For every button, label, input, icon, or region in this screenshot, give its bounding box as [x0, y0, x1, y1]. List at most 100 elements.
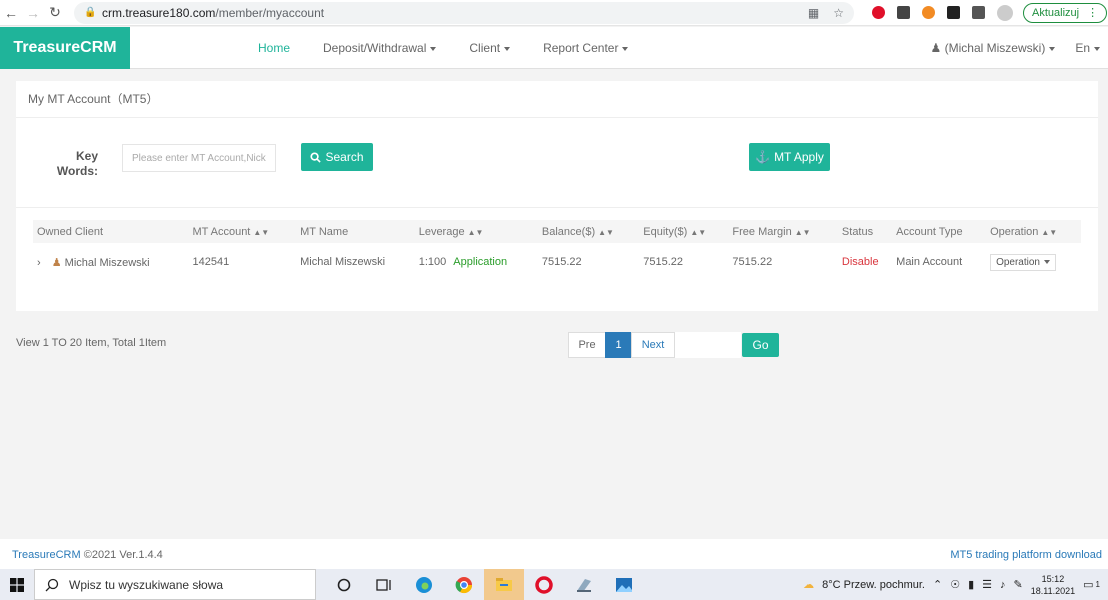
nav-report-center[interactable]: Report Center — [543, 41, 629, 55]
sort-icon: ▲▼ — [794, 227, 811, 237]
mt-apply-label: MT Apply — [774, 150, 824, 164]
volume-icon[interactable]: ♪ — [1000, 579, 1006, 591]
update-browser-button[interactable]: Aktualizuj ⋮ — [1023, 2, 1108, 23]
footer: TreasureCRM ©2021 Ver.1.4.4 MT5 trading … — [0, 539, 1108, 569]
language-menu[interactable]: En — [1075, 41, 1100, 55]
caret-down-icon — [1044, 260, 1050, 264]
footer-copyright: TreasureCRM ©2021 Ver.1.4.4 — [12, 549, 163, 561]
col-account-type: Account Type — [892, 220, 987, 243]
col-balance[interactable]: Balance($) ▲▼ — [537, 220, 640, 243]
taskbar-search-box[interactable]: Wpisz tu wyszukiwane słowa — [34, 569, 316, 600]
anchor-icon: ⚓ — [755, 150, 771, 164]
page-1-button[interactable]: 1 — [605, 332, 632, 358]
cell-status: Disable — [841, 256, 879, 268]
caret-down-icon — [622, 46, 629, 51]
accounts-table: Owned Client MT Account ▲▼ MT Name Levera… — [33, 220, 1081, 281]
operation-dropdown[interactable]: Operation — [990, 253, 1056, 271]
wifi-icon[interactable]: ☰ — [982, 578, 992, 591]
expand-chevron-icon[interactable]: › — [37, 257, 41, 269]
col-mt-name: MT Name — [296, 220, 415, 243]
meet-now-icon[interactable]: ☉ — [950, 578, 960, 591]
caret-down-icon — [430, 46, 437, 51]
search-button-label: Search — [325, 150, 364, 164]
task-view-icon[interactable] — [364, 569, 404, 600]
cell-mt-name: Michal Miszewski — [300, 256, 386, 268]
sort-icon: ▲▼ — [690, 227, 707, 237]
translate-icon[interactable]: ▦ — [808, 6, 819, 20]
user-menu[interactable]: ♟ (Michal Miszewski) — [931, 41, 1056, 55]
caret-down-icon — [1094, 46, 1100, 51]
weather-text[interactable]: 8°C Przew. pochmur. — [822, 579, 925, 591]
leverage-application-link[interactable]: Application — [453, 256, 507, 268]
user-avatar-icon: ♟ — [51, 256, 62, 269]
caret-down-icon — [504, 46, 511, 51]
top-navbar: TreasureCRM Home Deposit/Withdrawal Clie… — [0, 27, 1108, 69]
puzzle-extensions-icon[interactable] — [972, 6, 985, 19]
account-panel: My MT Account（MT5） Key Words: Search ⚓ M… — [16, 81, 1098, 311]
windows-start-icon[interactable] — [0, 577, 34, 592]
fire-extension-icon[interactable] — [922, 6, 935, 19]
col-label: Equity($) — [643, 225, 688, 238]
bookmark-star-icon[interactable]: ☆ — [833, 6, 844, 20]
reload-icon[interactable]: ↻ — [44, 4, 66, 21]
cell-mt-account: 142541 — [192, 256, 230, 268]
next-page-button[interactable]: Next — [631, 332, 675, 358]
col-operation[interactable]: Operation ▲▼ — [986, 220, 1081, 243]
photos-app-icon[interactable] — [604, 569, 644, 600]
file-explorer-icon[interactable] — [484, 569, 524, 600]
col-owned-client: Owned Client — [33, 220, 189, 243]
col-equity[interactable]: Equity($) ▲▼ — [639, 220, 729, 243]
mt5-download-link[interactable]: MT5 trading platform download — [950, 549, 1102, 561]
weather-icon[interactable]: ☁ — [803, 578, 814, 591]
kebab-menu-icon[interactable]: ⋮ — [1087, 6, 1098, 19]
page-number-input[interactable] — [675, 332, 741, 358]
cell-balance: 7515.22 — [541, 256, 582, 268]
clock[interactable]: 15:12 18.11.2021 — [1031, 573, 1075, 597]
notification-count: 1 — [1095, 580, 1100, 589]
keywords-input[interactable] — [122, 144, 276, 172]
col-leverage[interactable]: Leverage ▲▼ — [414, 220, 538, 243]
cortana-icon[interactable] — [324, 569, 364, 600]
search-icon — [310, 151, 322, 163]
main-menu: Home Deposit/Withdrawal Client Report Ce… — [258, 27, 629, 69]
col-free-margin[interactable]: Free Margin ▲▼ — [728, 220, 838, 243]
lion-extension-icon[interactable] — [947, 6, 960, 19]
cell-free-margin: 7515.22 — [732, 256, 773, 268]
forward-icon[interactable]: → — [22, 5, 44, 21]
pen-workspace-icon[interactable]: ✎ — [1014, 578, 1023, 591]
opera-extension-icon[interactable] — [872, 6, 885, 19]
col-status: Status — [837, 220, 893, 243]
nav-report-label: Report Center — [543, 41, 619, 55]
pagination-info: View 1 TO 20 Item, Total 1Item — [16, 337, 167, 349]
system-tray: ☁ 8°C Przew. pochmur. ⌃ ☉ ▮ ☰ ♪ ✎ 15:12 … — [803, 573, 1108, 597]
opera-browser-icon[interactable] — [524, 569, 564, 600]
nav-home[interactable]: Home — [258, 41, 290, 55]
eraser-extension-icon[interactable] — [897, 6, 910, 19]
edge-browser-icon[interactable] — [404, 569, 444, 600]
nav-client-label: Client — [469, 41, 501, 55]
search-button[interactable]: Search — [301, 143, 373, 171]
col-mt-account[interactable]: MT Account ▲▼ — [188, 220, 297, 243]
footer-brand-link[interactable]: TreasureCRM — [12, 549, 81, 561]
chrome-browser-icon[interactable] — [444, 569, 484, 600]
go-button[interactable]: Go — [742, 333, 779, 357]
sort-icon: ▲▼ — [598, 227, 614, 237]
table-row: › ♟ Michal Miszewski 142541 Michal Misze… — [33, 243, 1081, 281]
notification-center-icon[interactable]: ▭ 1 — [1083, 578, 1100, 591]
cell-owned-client: › ♟ Michal Miszewski — [33, 243, 188, 281]
nav-deposit-withdrawal[interactable]: Deposit/Withdrawal — [323, 41, 437, 55]
tray-chevron-up-icon[interactable]: ⌃ — [933, 578, 942, 591]
profile-avatar-icon[interactable] — [997, 4, 1013, 21]
battery-icon[interactable]: ▮ — [968, 578, 974, 591]
brand-logo[interactable]: TreasureCRM — [0, 27, 130, 69]
owned-client-name: Michal Miszewski — [64, 256, 150, 269]
nav-client[interactable]: Client — [469, 41, 511, 55]
address-bar[interactable]: 🔒 crm.treasure180.com /member/myaccount … — [74, 1, 854, 24]
back-icon[interactable]: ← — [0, 5, 22, 21]
prev-page-button[interactable]: Pre — [568, 332, 606, 358]
notes-app-icon[interactable] — [564, 569, 604, 600]
footer-version: ©2021 Ver.1.4.4 — [80, 549, 163, 561]
cell-operation: Operation — [986, 243, 1081, 281]
mt-apply-button[interactable]: ⚓ MT Apply — [749, 143, 830, 171]
cell-account-type: Main Account — [896, 256, 963, 268]
